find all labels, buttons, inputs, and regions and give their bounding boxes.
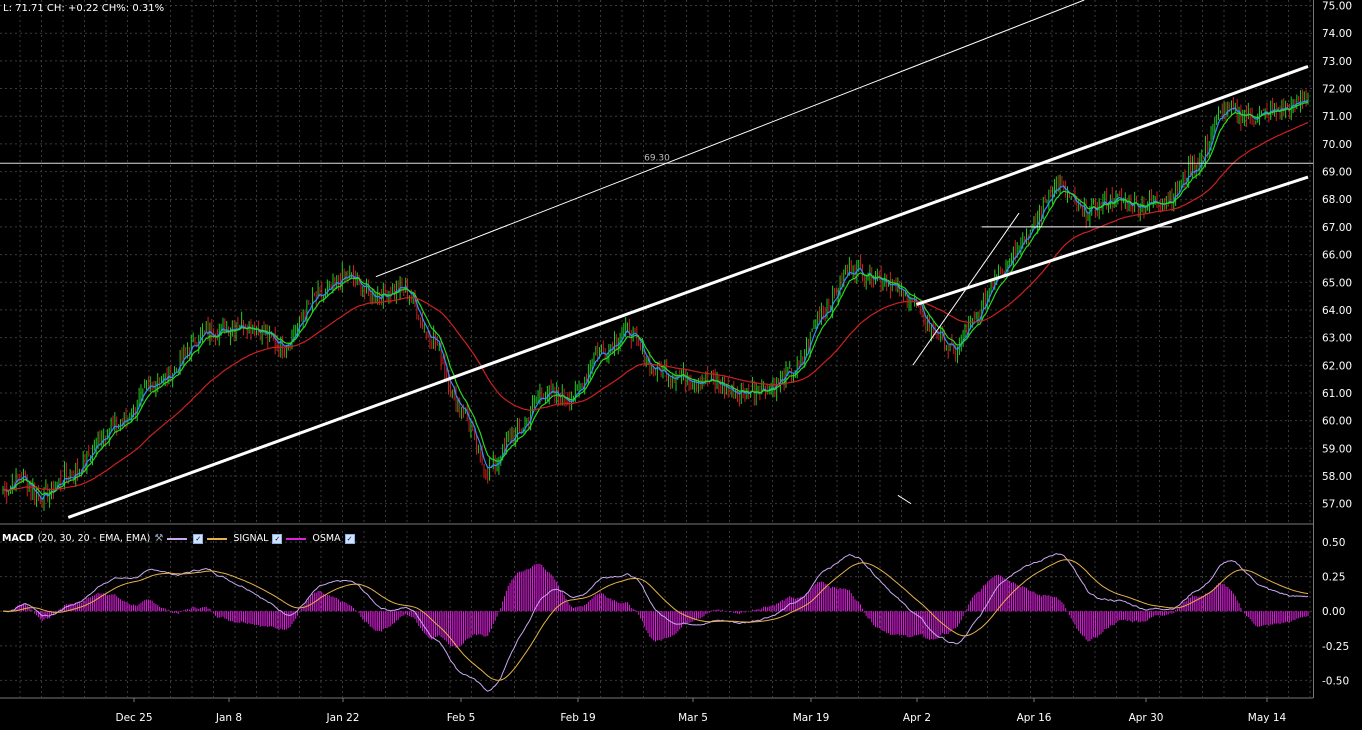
date-tick-label: Apr 2 <box>903 712 931 724</box>
price-tick-label: 65.00 <box>1322 277 1352 289</box>
price-tick-label: 58.00 <box>1322 471 1352 483</box>
price-tick-label: 75.00 <box>1322 1 1352 13</box>
price-tick-label: 66.00 <box>1322 250 1352 262</box>
price-tick-label: 68.00 <box>1322 194 1352 206</box>
price-tick-label: 70.00 <box>1322 139 1352 151</box>
date-tick-label: Dec 25 <box>115 712 152 724</box>
price-tick-label: 73.00 <box>1322 56 1352 68</box>
wrench-icon[interactable]: ⚒ <box>154 533 163 544</box>
horizontal-level-label: 69.30 <box>644 153 670 163</box>
date-tick-label: Feb 19 <box>560 712 595 724</box>
date-tick-label: Jan 8 <box>215 712 242 724</box>
macd-tick-label: 0.25 <box>1322 572 1345 584</box>
macd-line-swatch <box>167 537 188 540</box>
price-tick-label: 57.00 <box>1322 499 1352 511</box>
price-tick-label: 74.00 <box>1322 28 1352 40</box>
price-tick-label: 69.00 <box>1322 167 1352 179</box>
date-tick-label: Jan 22 <box>326 712 360 724</box>
signal-toggle-checkbox[interactable]: ✓ <box>272 533 283 544</box>
price-tick-label: 71.00 <box>1322 111 1352 123</box>
osma-toggle-checkbox[interactable]: ✓ <box>344 533 355 544</box>
macd-toggle-checkbox[interactable]: ✓ <box>193 533 204 544</box>
date-tick-label: Mar 19 <box>793 712 830 724</box>
price-tick-label: 59.00 <box>1322 443 1352 455</box>
signal-legend-label: SIGNAL <box>233 533 269 544</box>
osma-line-swatch <box>286 537 307 540</box>
price-tick-label: 62.00 <box>1322 360 1352 372</box>
date-tick-label: Feb 5 <box>447 712 476 724</box>
date-tick-label: Mar 5 <box>678 712 708 724</box>
price-tick-label: 60.00 <box>1322 416 1352 428</box>
signal-line-swatch <box>207 537 228 540</box>
macd-legend: MACD (20, 30, 20 - EMA, EMA) ⚒ ✓ SIGNAL … <box>2 531 355 546</box>
stock-chart[interactable]: 75.00 74.00 73.00 72.00 71.00 70.00 69.00 68.00… <box>0 0 1362 730</box>
price-tick-label: 63.00 <box>1322 333 1352 345</box>
price-tick-label: 72.00 <box>1322 84 1352 96</box>
price-tick-label: 67.00 <box>1322 222 1352 234</box>
date-tick-label: May 14 <box>1248 712 1287 724</box>
macd-legend-name: MACD <box>2 533 34 544</box>
price-tick-label: 64.00 <box>1322 305 1352 317</box>
price-tick-label: 61.00 <box>1322 388 1352 400</box>
date-tick-label: Apr 30 <box>1129 712 1164 724</box>
macd-tick-label: 0.50 <box>1322 537 1345 549</box>
macd-tick-label: 0.00 <box>1322 606 1345 618</box>
macd-tick-label: -0.25 <box>1322 641 1349 653</box>
macd-tick-label: -0.50 <box>1322 675 1349 687</box>
macd-legend-params: (20, 30, 20 - EMA, EMA) <box>37 533 151 544</box>
price-readout: L: 71.71 CH: +0.22 CH%: 0.31% <box>3 3 165 14</box>
date-tick-label: Apr 16 <box>1017 712 1052 724</box>
osma-legend-label: OSMA <box>312 533 341 544</box>
